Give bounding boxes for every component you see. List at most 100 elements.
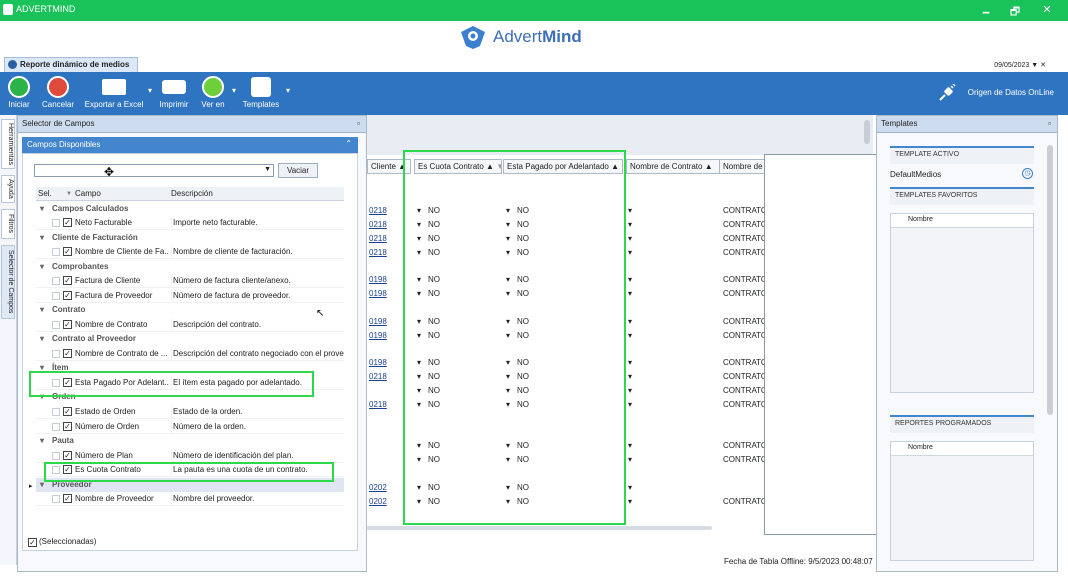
active-template-value[interactable]: DefaultMedios (890, 170, 941, 179)
export-dropdown-icon[interactable]: ▾ (146, 86, 154, 96)
dropdown-arrow-icon[interactable]: ▾ (628, 371, 632, 383)
cell-cliente[interactable]: 0202 (369, 482, 387, 494)
dropdown-arrow-icon[interactable]: ▾ (628, 330, 632, 342)
iniciar-button[interactable]: Iniciar (5, 72, 33, 115)
expand-icon[interactable]: ▾ (40, 231, 44, 245)
dropdown-arrow-icon[interactable]: ▾ (628, 496, 632, 508)
field-group[interactable]: ▾ Contrato al Proveedor (36, 332, 344, 346)
cell-nombre-contrato: CONTRATO (723, 234, 768, 243)
field-row[interactable]: ✓ Neto Facturable Importe neto facturable. (36, 216, 344, 230)
field-checkbox[interactable]: ✓ (63, 422, 72, 431)
dropdown-arrow-icon[interactable]: ▾ (628, 233, 632, 245)
cell-cliente[interactable]: 0202 (369, 496, 387, 508)
templates-button[interactable]: Templates (240, 72, 282, 115)
ver-en-button[interactable]: Ver en (199, 72, 227, 115)
dropdown-arrow-icon[interactable]: ▾ (628, 440, 632, 452)
field-row[interactable]: ✓ Número de Plan Número de identificación … (36, 449, 344, 463)
field-row[interactable]: ✓ Número de Orden Número de la orden. (36, 420, 344, 434)
printer-icon (162, 80, 186, 94)
close-tab-icon[interactable]: ✕ (1040, 62, 1046, 69)
field-checkbox[interactable]: ✓ (63, 320, 72, 329)
dropdown-arrow-icon[interactable]: ▾ (628, 205, 632, 217)
play-icon (8, 76, 30, 98)
cell-cliente[interactable]: 0218 (369, 219, 387, 231)
field-group[interactable]: ▾ Comprobantes (36, 260, 344, 274)
field-row[interactable]: ✓ Factura de Proveedor Número de factura d… (36, 289, 344, 303)
field-checkbox[interactable]: ✓ (63, 276, 72, 285)
expand-icon[interactable]: ▾ (40, 434, 44, 448)
field-checkbox[interactable]: ✓ (63, 349, 72, 358)
tab-ayuda[interactable]: Ayuda (1, 175, 15, 203)
cell-cliente[interactable]: 0218 (369, 399, 387, 411)
dropdown-arrow-icon[interactable]: ▾ (628, 316, 632, 328)
field-group[interactable]: ▾ Cliente de Facturación (36, 231, 344, 245)
expand-icon[interactable]: ▾ (40, 202, 44, 216)
close-button[interactable]: ✕ (1040, 3, 1054, 16)
dropdown-arrow-icon[interactable]: ▾ (628, 357, 632, 369)
search-combo[interactable]: ▼ (34, 164, 274, 177)
field-checkbox[interactable]: ✓ (63, 218, 72, 227)
templates-dropdown-icon[interactable]: ▾ (284, 86, 292, 96)
dropdown-arrow-icon[interactable]: ▾ (628, 385, 632, 397)
cell-cliente[interactable]: 0218 (369, 371, 387, 383)
expand-icon[interactable]: ▾ (40, 303, 44, 317)
col-nombre-c[interactable]: Nombre de C (719, 159, 765, 174)
cancelar-button[interactable]: Cancelar (38, 72, 78, 115)
dropdown-arrow-icon[interactable]: ▾ (628, 288, 632, 300)
field-row[interactable]: ✓ Nombre de Proveedor Nombre del proveedor… (36, 492, 344, 506)
field-row[interactable]: ✓ Nombre de Contrato de ... Descripción de… (36, 347, 344, 361)
dropdown-arrow-icon[interactable]: ▾ (628, 454, 632, 466)
field-row[interactable]: ✓ Estado de Orden Estado de la orden. (36, 405, 344, 419)
collapse-icon[interactable]: ⌃ (345, 139, 352, 148)
tab-filtros[interactable]: Filtros (1, 209, 15, 239)
exportar-excel-button[interactable]: Exportar a Excel (82, 72, 146, 115)
field-checkbox[interactable]: ✓ (63, 291, 72, 300)
vaciar-button[interactable]: Vaciar (278, 163, 318, 178)
cell-cliente[interactable]: 0198 (369, 288, 387, 300)
pin-icon[interactable]: ▫ (1048, 119, 1051, 128)
selected-checkbox[interactable]: ✓ (28, 538, 37, 547)
minimize-button[interactable]: 🗕 (979, 3, 993, 22)
dropdown-arrow-icon[interactable]: ▾ (628, 247, 632, 259)
cell-cliente[interactable]: 0218 (369, 205, 387, 217)
tab-herramientas[interactable]: Herramientas (1, 119, 15, 169)
field-checkbox[interactable]: ✓ (63, 247, 72, 256)
ver-dropdown-icon[interactable]: ▾ (230, 86, 238, 96)
dropdown-arrow-icon[interactable]: ▾ (628, 399, 632, 411)
col-nombre-contrato[interactable]: Nombre de Contrato ▲ (626, 159, 720, 174)
grid-scrollbar[interactable] (862, 117, 872, 147)
cell-cliente[interactable]: 0198 (369, 357, 387, 369)
restore-button[interactable]: 🗗 (1008, 3, 1022, 22)
field-group[interactable]: ▾ Campos Calculados (36, 202, 344, 216)
expand-icon[interactable]: ▾ (40, 332, 44, 346)
field-checkbox[interactable]: ✓ (63, 407, 72, 416)
cell-cliente[interactable]: 0218 (369, 247, 387, 259)
cell-cliente[interactable]: 0198 (369, 274, 387, 286)
field-row[interactable]: ✓ Nombre de Cliente de Fa... Nombre de cli… (36, 245, 344, 259)
imprimir-button[interactable]: Imprimir (157, 72, 191, 115)
templates-scrollbar[interactable] (1046, 135, 1054, 555)
field-group[interactable]: ▾ Contrato (36, 303, 344, 317)
field-row[interactable]: ✓ Factura de Cliente Número de factura cli… (36, 274, 344, 288)
cell-cliente[interactable]: 0218 (369, 233, 387, 245)
field-group[interactable]: ▾ Pauta (36, 434, 344, 448)
clock-icon[interactable]: ◷ (1022, 168, 1033, 179)
campos-disponibles-header[interactable]: Campos Disponibles ⌃ (22, 137, 358, 153)
dropdown-arrow-icon[interactable]: ▾ (628, 219, 632, 231)
pin-icon[interactable]: ▫ (357, 119, 360, 128)
chevron-down-icon[interactable]: ▼ (264, 166, 271, 173)
grid-hscrollbar[interactable] (367, 525, 712, 531)
dropdown-arrow-icon[interactable]: ▾ (628, 482, 632, 494)
cell-cliente[interactable]: 0198 (369, 330, 387, 342)
cell-cliente[interactable]: 0198 (369, 316, 387, 328)
tab-selector-campos[interactable]: Selector de Campos (1, 245, 15, 319)
field-row[interactable]: ✓ Nombre de Contrato Descripción del contr… (36, 318, 344, 332)
dropdown-arrow-icon[interactable]: ▾ (628, 274, 632, 286)
filter-icon[interactable]: ▼ (66, 187, 72, 201)
expand-icon[interactable]: ▾ (40, 260, 44, 274)
field-checkbox[interactable]: ✓ (63, 494, 72, 503)
tab-reporte-dinamico[interactable]: Reporte dinámico de medios (4, 57, 138, 72)
field-checkbox[interactable]: ✓ (63, 451, 72, 460)
selected-filter[interactable]: ✓ (Seleccionadas) (28, 537, 96, 547)
online-data-source-button[interactable]: Origen de Datos OnLine (968, 88, 1054, 97)
